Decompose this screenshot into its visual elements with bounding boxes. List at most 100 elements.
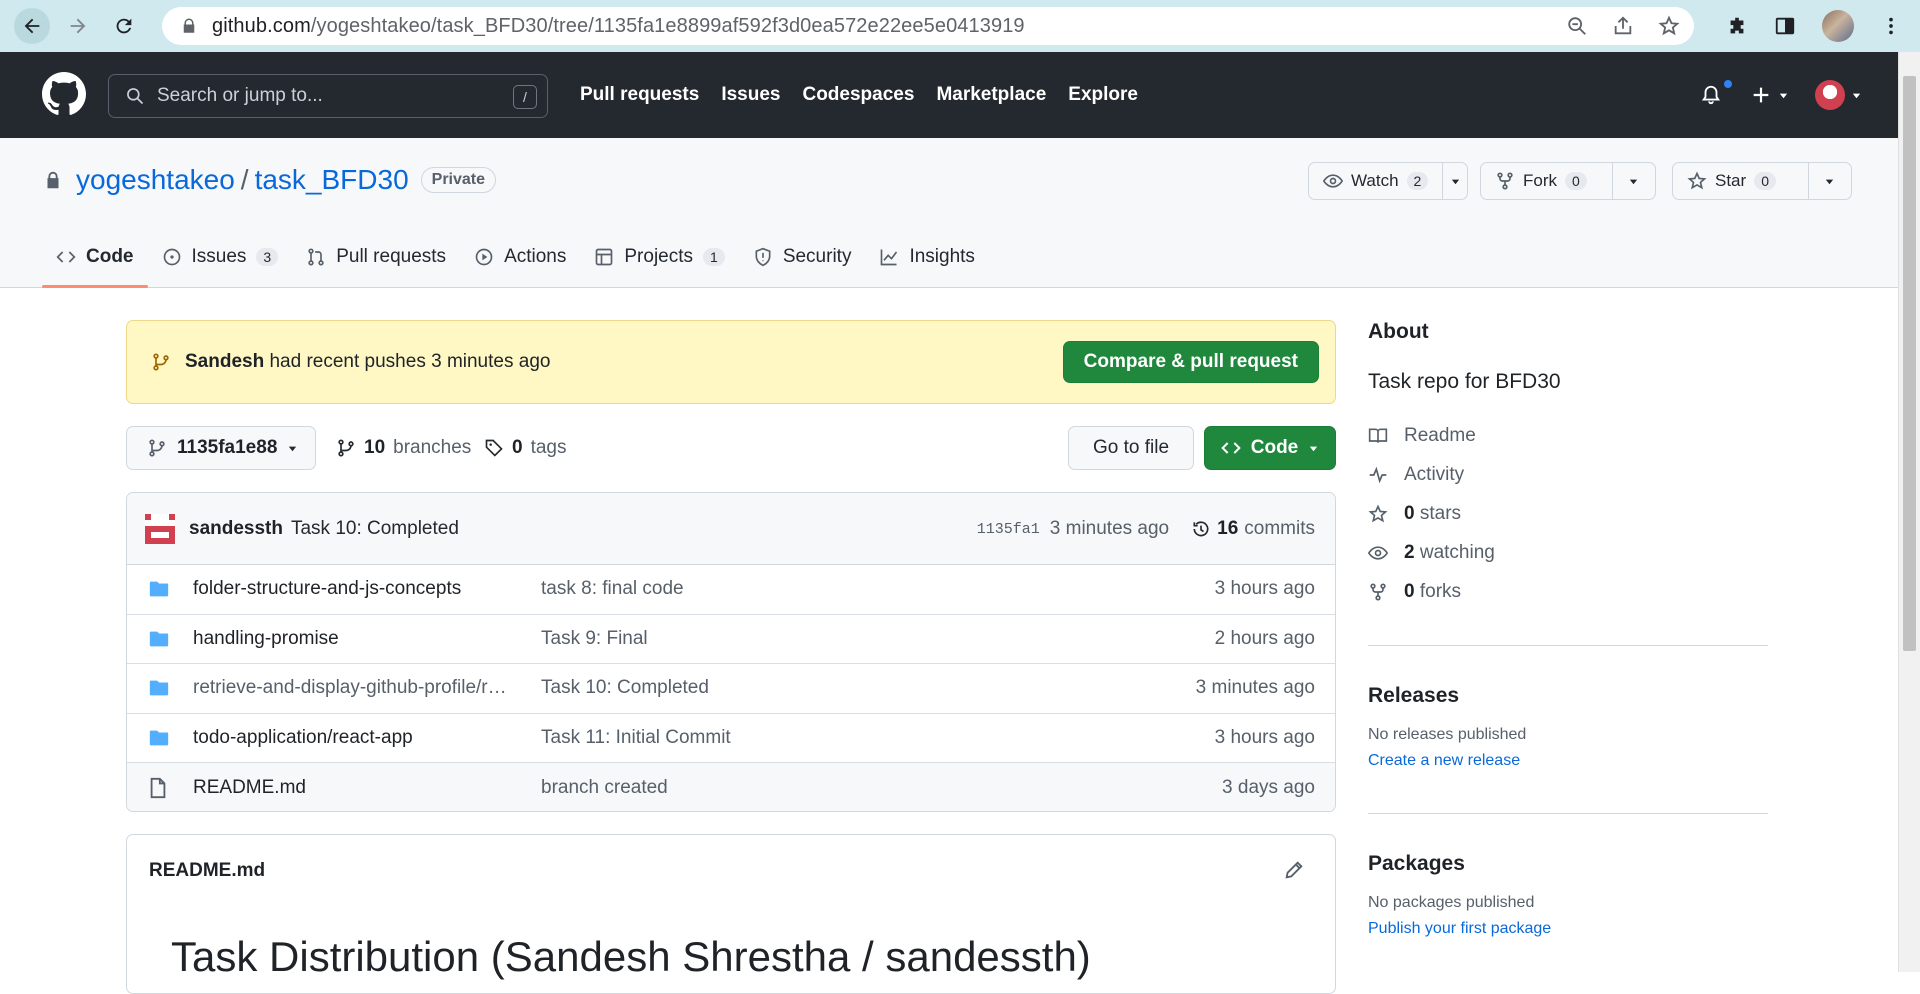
nav-marketplace[interactable]: Marketplace [936, 84, 1046, 106]
file-name[interactable]: handling-promise [193, 628, 339, 650]
file-commit-message[interactable]: Task 9: Final [541, 628, 648, 650]
fork-button[interactable]: Fork 0 [1481, 163, 1613, 199]
code-dropdown-button[interactable]: Code [1204, 426, 1336, 470]
file-commit-message[interactable]: branch created [541, 777, 668, 799]
eye-icon [1323, 174, 1343, 188]
nav-codespaces[interactable]: Codespaces [802, 84, 914, 106]
scrollbar-thumb[interactable] [1903, 76, 1916, 651]
file-row[interactable]: handling-promise Task 9: Final 2 hours a… [127, 615, 1335, 664]
user-menu[interactable] [1815, 80, 1862, 110]
watch-button[interactable]: Watch 2 [1309, 163, 1444, 199]
fork-icon [1497, 172, 1513, 190]
github-logo-icon[interactable] [42, 72, 86, 116]
extensions-icon[interactable] [1726, 15, 1748, 37]
readme-heading: Task Distribution (Sandesh Shrestha / sa… [171, 933, 1091, 980]
bookmark-star-icon[interactable] [1658, 15, 1680, 37]
star-button[interactable]: Star 0 [1673, 163, 1809, 199]
forward-button[interactable] [60, 8, 96, 44]
fork-dropdown[interactable] [1613, 163, 1653, 199]
code-icon [1221, 442, 1241, 454]
kebab-menu-icon[interactable] [1880, 15, 1902, 37]
file-name[interactable]: folder-structure-and-js-concepts [193, 578, 461, 600]
commit-message[interactable]: Task 10: Completed [291, 518, 459, 540]
packages-section: Packages No packages published Publish y… [1368, 852, 1768, 938]
readme-link[interactable]: Readme [1368, 416, 1768, 455]
repo-header: yogeshtakeo / task_BFD30 Private Watch 2… [0, 138, 1898, 288]
about-sidebar: About Task repo for BFD30 Readme Activit… [1368, 320, 1768, 611]
address-bar[interactable]: github.com/yogeshtakeo/task_BFD30/tree/1… [162, 7, 1694, 45]
tab-actions[interactable]: Actions [460, 226, 580, 288]
tab-projects[interactable]: Projects 1 [580, 226, 738, 288]
forks-count: 0 [1404, 580, 1415, 602]
publish-package-link[interactable]: Publish your first package [1368, 920, 1768, 938]
compare-pull-request-button[interactable]: Compare & pull request [1062, 341, 1319, 383]
file-name[interactable]: README.md [193, 777, 306, 799]
reload-button[interactable] [106, 8, 142, 44]
table-icon [596, 248, 613, 266]
stars-link[interactable]: 0 stars [1368, 494, 1768, 533]
code-button-label: Code [1250, 437, 1299, 458]
star-dropdown[interactable] [1809, 163, 1849, 199]
commits-history-link[interactable]: 16 commits [1191, 518, 1315, 540]
repo-title: yogeshtakeo / task_BFD30 Private [42, 164, 497, 196]
tab-label: Issues [191, 246, 247, 267]
commits-label: commits [1244, 518, 1315, 539]
repo-owner-link[interactable]: yogeshtakeo [76, 164, 235, 196]
commit-author[interactable]: sandessth [189, 518, 283, 540]
nav-explore[interactable]: Explore [1068, 84, 1138, 106]
nav-pull-requests[interactable]: Pull requests [580, 84, 699, 106]
file-name[interactable]: todo-application/react-app [193, 727, 413, 749]
file-row[interactable]: README.md branch created 3 days ago [127, 763, 1335, 811]
caret-down-icon [1852, 93, 1861, 98]
tab-issues[interactable]: Issues 3 [148, 226, 293, 288]
notifications-button[interactable] [1700, 52, 1734, 138]
tab-code[interactable]: Code [42, 226, 148, 288]
global-nav: Pull requests Issues Codespaces Marketpl… [580, 52, 1138, 138]
file-commit-message[interactable]: task 8: final code [541, 578, 684, 600]
tab-security[interactable]: Security [739, 226, 866, 288]
watch-label: Watch [1351, 171, 1399, 190]
tags-link[interactable]: 0 tags [484, 426, 567, 470]
go-to-file-button[interactable]: Go to file [1068, 426, 1194, 470]
file-commit-message[interactable]: Task 10: Completed [541, 677, 709, 699]
file-name[interactable]: retrieve-and-display-github-profile/r… [193, 677, 507, 699]
side-panel-icon[interactable] [1774, 15, 1796, 37]
pencil-icon[interactable] [1283, 859, 1305, 881]
releases-section: Releases No releases published Create a … [1368, 684, 1768, 770]
tab-insights[interactable]: Insights [865, 226, 988, 288]
bell-icon [1701, 85, 1721, 105]
readme-filename[interactable]: README.md [149, 860, 265, 882]
watching-link[interactable]: 2 watching [1368, 533, 1768, 572]
activity-link[interactable]: Activity [1368, 455, 1768, 494]
file-row[interactable]: retrieve-and-display-github-profile/r… T… [127, 664, 1335, 714]
file-row[interactable]: folder-structure-and-js-concepts task 8:… [127, 565, 1335, 615]
zoom-icon[interactable] [1566, 15, 1588, 37]
tab-pull-requests[interactable]: Pull requests [292, 226, 460, 288]
branch-selector[interactable]: 1135fa1e88 [126, 426, 316, 470]
create-release-link[interactable]: Create a new release [1368, 752, 1768, 770]
forks-link[interactable]: 0 forks [1368, 572, 1768, 611]
watching-count: 2 [1404, 541, 1415, 563]
file-commit-message[interactable]: Task 11: Initial Commit [541, 727, 731, 749]
file-age: 3 minutes ago [1195, 677, 1315, 699]
commit-sha[interactable]: 1135fa1 [977, 521, 1040, 538]
back-button[interactable] [14, 8, 50, 44]
branches-link[interactable]: 10 branches [336, 426, 471, 470]
tags-label: tags [530, 437, 567, 458]
file-browser: sandessth Task 10: Completed 1135fa1 3 m… [126, 492, 1336, 812]
repo-name-link[interactable]: task_BFD30 [255, 164, 409, 196]
nav-issues[interactable]: Issues [721, 84, 780, 106]
share-icon[interactable] [1612, 15, 1634, 37]
search-input[interactable]: Search or jump to... / [108, 74, 548, 118]
page-scrollbar[interactable] [1898, 52, 1920, 972]
file-row[interactable]: todo-application/react-app Task 11: Init… [127, 714, 1335, 763]
commit-author-avatar[interactable] [145, 513, 175, 544]
watch-dropdown[interactable] [1443, 163, 1467, 199]
releases-title[interactable]: Releases [1368, 684, 1768, 708]
forks-label: forks [1419, 580, 1462, 602]
tab-label: Projects [624, 246, 694, 267]
profile-avatar[interactable] [1822, 10, 1854, 42]
create-new-menu[interactable] [1750, 84, 1789, 106]
packages-title[interactable]: Packages [1368, 852, 1768, 876]
star-icon [1368, 503, 1388, 522]
